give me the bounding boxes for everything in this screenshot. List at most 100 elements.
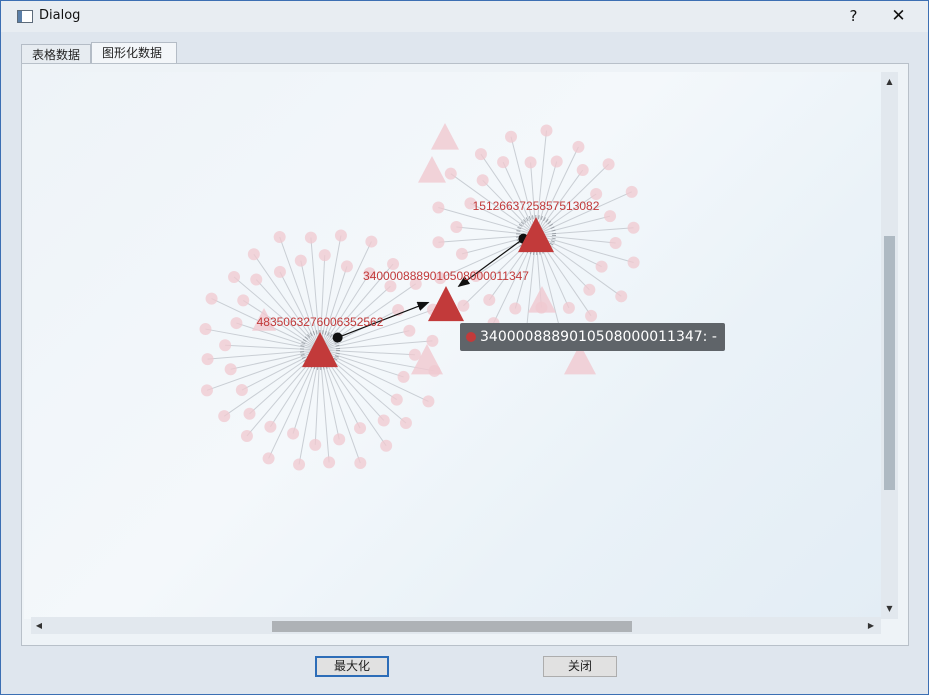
faded-node — [247, 248, 260, 261]
faded-node — [273, 265, 286, 278]
faded-node — [627, 256, 640, 269]
faded-node — [293, 458, 306, 471]
faded-node — [333, 433, 346, 446]
faded-node — [240, 429, 253, 442]
faded-node — [273, 230, 286, 243]
faded-node — [304, 231, 317, 244]
faded-node — [334, 229, 347, 242]
faded-node — [250, 273, 263, 286]
faded-node — [422, 395, 435, 408]
faded-node — [354, 422, 367, 435]
scroll-down-icon[interactable]: ▼ — [881, 601, 898, 617]
faded-node — [235, 384, 248, 397]
faded-node — [583, 283, 596, 296]
graph-panel: 4835063276006352562 340000888901050800001… — [21, 63, 909, 646]
faded-node — [264, 420, 277, 433]
vertical-scrollbar[interactable]: ▲ ▼ — [881, 72, 898, 619]
faded-node-triangle — [431, 123, 459, 150]
node-label: 3400008889010508000011347 — [363, 269, 529, 283]
faded-node — [397, 370, 410, 383]
faded-node — [524, 156, 537, 169]
faded-node — [483, 293, 496, 306]
scroll-up-icon[interactable]: ▲ — [881, 74, 898, 90]
faded-node — [450, 221, 463, 234]
tab-graph-data[interactable]: 图形化数据 — [91, 42, 177, 65]
graph-canvas[interactable]: 4835063276006352562 340000888901050800001… — [24, 72, 881, 619]
scroll-right-icon[interactable]: ▶ — [863, 617, 879, 634]
faded-node — [562, 301, 575, 314]
close-button[interactable]: 关闭 — [543, 656, 617, 677]
edge-source-dot — [332, 332, 343, 343]
faded-node — [377, 414, 390, 427]
faded-node — [457, 299, 470, 312]
faded-node — [627, 221, 640, 234]
vertical-scroll-thumb[interactable] — [884, 236, 895, 490]
horizontal-scroll-thumb[interactable] — [272, 621, 632, 632]
dialog-window: Dialog ? ✕ 表格数据 图形化数据 483506327600635256… — [0, 0, 929, 695]
faded-node — [497, 156, 510, 169]
faded-node — [572, 140, 585, 153]
faded-node — [219, 339, 232, 352]
faded-node — [455, 247, 468, 260]
tooltip-marker-icon — [466, 332, 476, 342]
faded-edge — [279, 271, 321, 351]
faded-node — [550, 155, 563, 168]
graph-svg[interactable]: 4835063276006352562 340000888901050800001… — [24, 72, 881, 619]
faded-node — [318, 249, 331, 262]
faded-node — [224, 363, 237, 376]
faded-node — [540, 124, 553, 137]
faded-node — [444, 167, 457, 180]
close-window-button[interactable]: ✕ — [876, 1, 921, 32]
faded-node — [403, 324, 416, 337]
faded-node — [243, 407, 256, 420]
faded-node — [218, 410, 231, 423]
tooltip-text: 3400008889010508000011347: - — [480, 329, 717, 345]
faded-node — [390, 393, 403, 406]
faded-node — [205, 292, 218, 305]
faded-node — [294, 254, 307, 267]
faded-node — [262, 452, 275, 465]
maximize-button[interactable]: 最大化 — [315, 656, 389, 677]
window-title: Dialog — [39, 8, 81, 23]
faded-node — [609, 236, 622, 249]
faded-node — [432, 236, 445, 249]
faded-node — [199, 323, 212, 336]
faded-node — [408, 348, 421, 361]
help-button[interactable]: ? — [831, 1, 876, 32]
faded-node — [399, 417, 412, 430]
scroll-left-icon[interactable]: ◀ — [31, 617, 47, 634]
faded-node-triangle — [528, 286, 556, 313]
faded-node — [585, 309, 598, 322]
faded-node — [474, 148, 487, 161]
title-bar: Dialog ? ✕ — [1, 1, 928, 32]
faded-node — [323, 456, 336, 469]
faded-node — [201, 353, 214, 366]
faded-node-triangle — [418, 156, 446, 183]
faded-node — [309, 438, 322, 451]
faded-node — [576, 164, 589, 177]
faded-node — [340, 260, 353, 273]
node-label: 1512663725857513082 — [473, 199, 600, 213]
faded-node — [595, 260, 608, 273]
faded-node — [505, 130, 518, 143]
faded-node — [365, 235, 378, 248]
faded-node — [615, 290, 628, 303]
faded-node — [476, 174, 489, 187]
faded-node — [380, 439, 393, 452]
faded-node — [228, 270, 241, 283]
faded-node — [237, 294, 250, 307]
faded-node — [509, 302, 522, 315]
faded-node — [200, 384, 213, 397]
horizontal-scrollbar[interactable]: ◀ ▶ — [31, 617, 881, 634]
faded-node — [287, 427, 300, 440]
tab-table-data[interactable]: 表格数据 — [21, 44, 91, 64]
faded-edge — [310, 237, 321, 351]
faded-node — [354, 457, 367, 470]
faded-node — [602, 158, 615, 171]
faded-node — [604, 210, 617, 223]
faded-node — [432, 201, 445, 214]
faded-node — [625, 185, 638, 198]
app-icon — [17, 10, 33, 23]
node-label: 4835063276006352562 — [257, 315, 384, 329]
faded-node — [230, 317, 243, 330]
